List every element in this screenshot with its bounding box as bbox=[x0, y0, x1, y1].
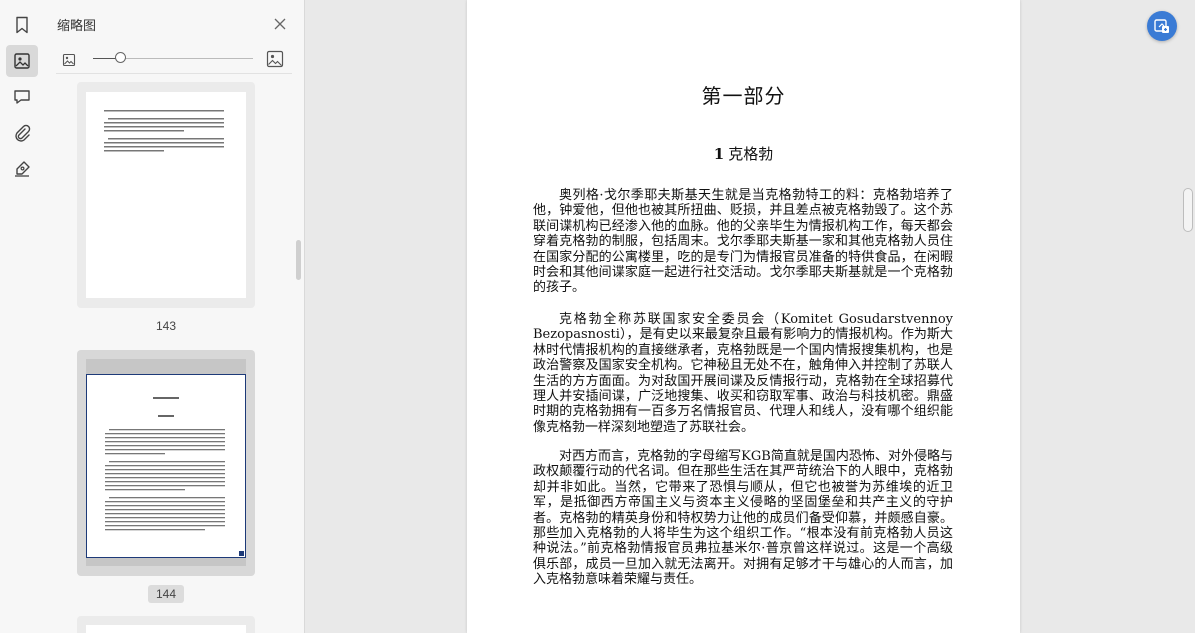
export-image-button[interactable] bbox=[1147, 11, 1177, 41]
thumbnail-page-next[interactable] bbox=[77, 616, 255, 633]
thumbnail-frame bbox=[86, 359, 246, 374]
left-icon-rail bbox=[0, 0, 45, 633]
panel-divider bbox=[56, 73, 292, 74]
chapter-heading: 1 克格勃 bbox=[467, 143, 1020, 164]
thumbnail-page-144[interactable] bbox=[77, 350, 255, 576]
document-page: 第一部分 1 克格勃 奥列格·戈尔季耶夫斯基天生就是当克格勃特工的料：克格勃培养了… bbox=[467, 0, 1020, 633]
thumbnail-panel: 缩略图 143 144 bbox=[44, 0, 305, 633]
thumbnail-frame bbox=[86, 558, 246, 566]
zoom-slider-handle[interactable] bbox=[114, 52, 126, 63]
panel-scrollbar[interactable] bbox=[296, 240, 301, 280]
thumbnail-page-143[interactable] bbox=[77, 82, 255, 308]
paragraph: 对西方而言，克格勃的字母缩写KGB简直就是国内恐怖、对外侵略与政权颠覆行动的代名… bbox=[533, 449, 953, 588]
close-icon[interactable] bbox=[271, 15, 289, 33]
thumbnail-list: 143 144 bbox=[44, 82, 304, 633]
paragraph: 克格勃全称苏联国家安全委员会（Komitet Gosudarstvennoy B… bbox=[533, 312, 953, 435]
signature-icon[interactable] bbox=[6, 153, 38, 185]
thumbnail-image bbox=[86, 374, 246, 558]
zoom-out-image-icon[interactable] bbox=[62, 52, 76, 71]
thumbnail-page-label: 144 bbox=[148, 585, 184, 603]
bookmark-icon[interactable] bbox=[6, 9, 38, 41]
part-title: 第一部分 bbox=[701, 84, 786, 108]
chapter-number: 1 bbox=[713, 145, 725, 163]
document-viewer: 第一部分 1 克格勃 奥列格·戈尔季耶夫斯基天生就是当克格勃特工的料：克格勃培养了… bbox=[305, 0, 1195, 633]
thumbnail-page-label: 143 bbox=[155, 319, 177, 333]
thumbnail-image bbox=[86, 625, 246, 633]
thumbnail-icon[interactable] bbox=[6, 45, 38, 77]
attachment-icon[interactable] bbox=[6, 117, 38, 149]
document-scrollbar[interactable] bbox=[1183, 188, 1193, 232]
panel-title: 缩略图 bbox=[57, 18, 97, 33]
comment-icon[interactable] bbox=[6, 81, 38, 113]
zoom-in-image-icon[interactable] bbox=[266, 50, 284, 72]
export-icon bbox=[1154, 19, 1169, 33]
chapter-title: 克格勃 bbox=[728, 145, 774, 163]
thumbnail-image bbox=[86, 92, 246, 298]
paragraph: 奥列格·戈尔季耶夫斯基天生就是当克格勃特工的料：克格勃培养了他，钟爱他，但他也被… bbox=[533, 188, 953, 296]
thumbnail-zoom-control bbox=[56, 48, 294, 70]
